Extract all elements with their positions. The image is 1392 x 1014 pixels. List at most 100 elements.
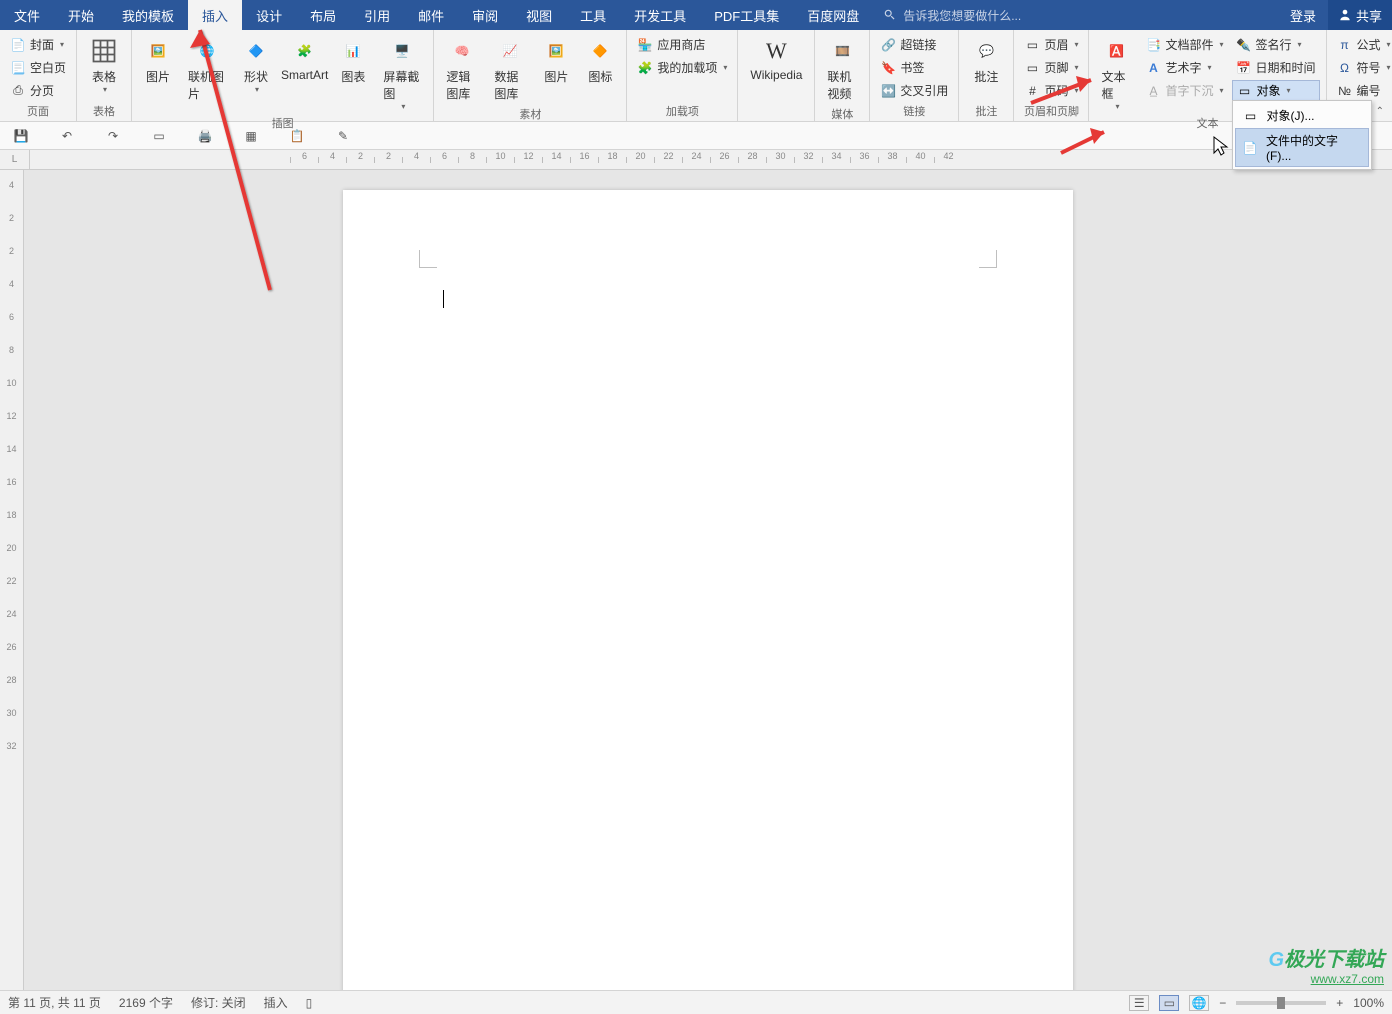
online-video-button[interactable]: 🎞️联机视频 — [821, 34, 863, 104]
group-label-addins: 加载项 — [633, 101, 731, 119]
quick-parts-button[interactable]: 📑文档部件▾ — [1141, 34, 1227, 55]
status-word-count[interactable]: 2169 个字 — [119, 994, 173, 1011]
status-track-changes[interactable]: 修订: 关闭 — [191, 994, 246, 1011]
group-label-media: 媒体 — [821, 104, 863, 122]
tab-insert[interactable]: 插入 — [188, 0, 242, 30]
save-icon[interactable]: 💾 — [12, 127, 30, 145]
tab-home[interactable]: 开始 — [54, 0, 108, 30]
asset-picture-button[interactable]: 🖼️图片 — [536, 34, 576, 104]
margin-corner-tl — [419, 250, 437, 268]
data-lib-button[interactable]: 📈数据图库 — [488, 34, 532, 104]
pictures-button[interactable]: 🖼️图片 — [138, 34, 178, 113]
textbox-button[interactable]: 🅰️文本框▾ — [1095, 34, 1137, 113]
group-illustrations: 🖼️图片 🌐联机图片 🔷形状▾ 🧩SmartArt 📊图表 🖥️屏幕截图▾ 插图 — [132, 30, 434, 121]
object-button[interactable]: ▭对象▾ — [1232, 80, 1320, 101]
status-insert-mode[interactable]: 插入 — [264, 994, 288, 1011]
tab-design[interactable]: 设计 — [242, 0, 296, 30]
object-menu-item-text-from-file[interactable]: 📄文件中的文字(F)... — [1235, 128, 1369, 167]
wordart-button[interactable]: A艺术字▾ — [1141, 57, 1227, 78]
tab-references[interactable]: 引用 — [350, 0, 404, 30]
group-label-comments: 批注 — [965, 101, 1007, 119]
tab-tools[interactable]: 工具 — [566, 0, 620, 30]
zoom-level[interactable]: 100% — [1353, 996, 1384, 1010]
share-button[interactable]: 共享 — [1328, 0, 1392, 30]
store-button[interactable]: 🏪应用商店 — [633, 34, 731, 55]
text-cursor — [443, 290, 444, 308]
tab-mytemplates[interactable]: 我的模板 — [108, 0, 188, 30]
blank-page-button[interactable]: 📃空白页 — [6, 57, 70, 78]
signature-line-button[interactable]: ✒️签名行▾ — [1232, 34, 1320, 55]
chart-button[interactable]: 📊图表 — [333, 34, 373, 113]
tab-view[interactable]: 视图 — [512, 0, 566, 30]
object-menu-item-object[interactable]: ▭对象(J)... — [1235, 103, 1369, 128]
share-label: 共享 — [1356, 6, 1382, 25]
tell-me-search[interactable]: 告诉我您想要做什么... — [883, 0, 1021, 30]
page-scroll-area[interactable] — [24, 170, 1392, 990]
page-break-button[interactable]: ⎙分页 — [6, 80, 70, 101]
document-page[interactable] — [343, 190, 1073, 990]
logic-lib-button[interactable]: 🧠逻辑图库 — [440, 34, 484, 104]
equation-button[interactable]: π公式▾ — [1333, 34, 1392, 55]
ruler-horizontal[interactable]: L 64224681012141618202224262830323436384… — [0, 150, 1392, 170]
online-pictures-button[interactable]: 🌐联机图片 — [182, 34, 232, 113]
smartart-button[interactable]: 🧩SmartArt — [280, 34, 329, 113]
group-text: 🅰️文本框▾ 📑文档部件▾ A艺术字▾ A̲首字下沉▾ ✒️签名行▾ 📅日期和时… — [1089, 30, 1326, 121]
date-time-button[interactable]: 📅日期和时间 — [1232, 57, 1320, 78]
hyperlink-button[interactable]: 🔗超链接 — [876, 34, 952, 55]
wikipedia-button[interactable]: WWikipedia — [744, 34, 808, 105]
group-tables: 表格▾ 表格 — [77, 30, 132, 121]
number-button[interactable]: №编号 — [1333, 80, 1392, 101]
undo-icon[interactable]: ↶ — [58, 127, 76, 145]
tell-me-placeholder: 告诉我您想要做什么... — [903, 7, 1021, 24]
status-page[interactable]: 第 11 页, 共 11 页 — [8, 994, 101, 1011]
dropcap-button[interactable]: A̲首字下沉▾ — [1141, 80, 1227, 101]
redo-icon[interactable]: ↷ — [104, 127, 122, 145]
view-read-mode[interactable]: ☰ — [1129, 995, 1149, 1011]
group-headerfooter: ▭页眉▾ ▭页脚▾ #页码▾ 页眉和页脚 — [1014, 30, 1089, 121]
tab-developer[interactable]: 开发工具 — [620, 0, 700, 30]
group-label-pages: 页面 — [6, 101, 70, 119]
header-button[interactable]: ▭页眉▾ — [1020, 34, 1082, 55]
comment-button[interactable]: 💬批注 — [965, 34, 1007, 101]
asset-icon-button[interactable]: 🔶图标 — [580, 34, 620, 104]
my-addins-button[interactable]: 🧩我的加载项▾ — [633, 57, 731, 78]
shapes-button[interactable]: 🔷形状▾ — [236, 34, 276, 113]
group-addins: 🏪应用商店 🧩我的加载项▾ 加载项 — [627, 30, 738, 121]
bookmark-button[interactable]: 🔖书签 — [876, 57, 952, 78]
ruler-corner[interactable]: L — [0, 150, 30, 169]
zoom-out-button[interactable]: − — [1219, 996, 1226, 1010]
cross-ref-button[interactable]: ↔️交叉引用 — [876, 80, 952, 101]
tab-baidu[interactable]: 百度网盘 — [793, 0, 873, 30]
group-label-headerfooter: 页眉和页脚 — [1020, 101, 1082, 119]
tab-review[interactable]: 审阅 — [458, 0, 512, 30]
menu-tabs-bar: 文件 开始 我的模板 插入 设计 布局 引用 邮件 审阅 视图 工具 开发工具 … — [0, 0, 1392, 30]
group-comments: 💬批注 批注 — [959, 30, 1014, 121]
screenshot-button[interactable]: 🖥️屏幕截图▾ — [377, 34, 427, 113]
group-assets: 🧠逻辑图库 📈数据图库 🖼️图片 🔶图标 素材 — [434, 30, 627, 121]
login-button[interactable]: 登录 — [1278, 0, 1328, 30]
group-label-tables: 表格 — [83, 101, 125, 119]
symbol-button[interactable]: Ω符号▾ — [1333, 57, 1392, 78]
collapse-ribbon-button[interactable]: ⌃ — [1376, 106, 1384, 117]
group-label-illustrations: 插图 — [138, 113, 427, 131]
view-web-layout[interactable]: 🌐 — [1189, 995, 1209, 1011]
cover-page-button[interactable]: 📄封面▾ — [6, 34, 70, 55]
footer-button[interactable]: ▭页脚▾ — [1020, 57, 1082, 78]
zoom-slider[interactable] — [1236, 1001, 1326, 1005]
document-area: 422468101214161820222426283032 — [0, 170, 1392, 990]
ruler-vertical[interactable]: 422468101214161820222426283032 — [0, 170, 24, 990]
tab-pdftools[interactable]: PDF工具集 — [700, 0, 793, 30]
tab-mailings[interactable]: 邮件 — [404, 0, 458, 30]
page-number-button[interactable]: #页码▾ — [1020, 80, 1082, 101]
zoom-in-button[interactable]: + — [1336, 996, 1343, 1010]
tab-file[interactable]: 文件 — [0, 0, 54, 30]
group-media: 🎞️联机视频 媒体 — [815, 30, 870, 121]
status-macro-icon[interactable]: ▯ — [306, 996, 313, 1010]
table-button[interactable]: 表格▾ — [83, 34, 125, 101]
group-label-assets: 素材 — [440, 104, 620, 122]
view-print-layout[interactable]: ▭ — [1159, 995, 1179, 1011]
group-label-links: 链接 — [876, 101, 952, 119]
status-bar: 第 11 页, 共 11 页 2169 个字 修订: 关闭 插入 ▯ ☰ ▭ 🌐… — [0, 990, 1392, 1014]
tab-layout[interactable]: 布局 — [296, 0, 350, 30]
group-pages: 📄封面▾ 📃空白页 ⎙分页 页面 — [0, 30, 77, 121]
